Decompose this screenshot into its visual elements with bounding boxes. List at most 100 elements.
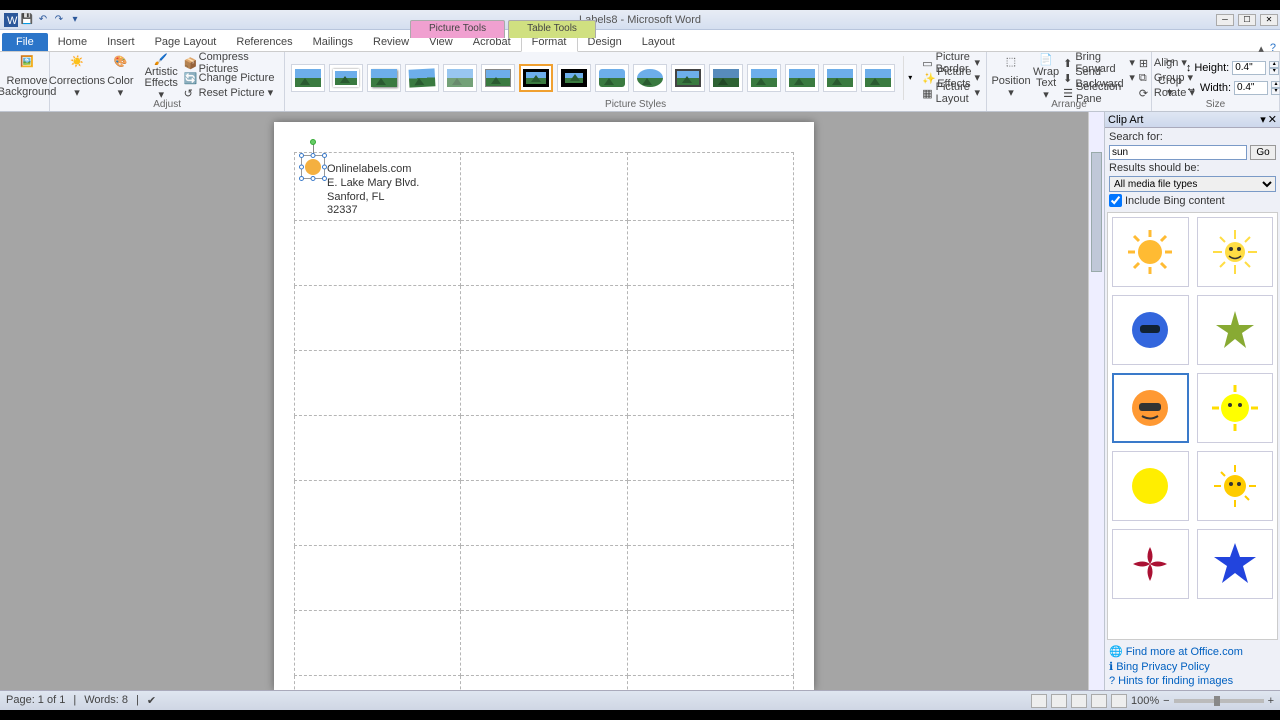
zoom-in-button[interactable]: + — [1268, 695, 1274, 707]
word-count[interactable]: Words: 8 — [84, 694, 128, 707]
outline-view[interactable] — [1091, 694, 1107, 708]
include-bing-label: Include Bing content — [1125, 195, 1225, 207]
tab-file[interactable]: File — [2, 33, 48, 51]
label-cell[interactable]: Onlinelabels.com E. Lake Mary Blvd. Sanf… — [295, 153, 461, 221]
search-for-label: Search for: — [1109, 131, 1276, 143]
label-table: Onlinelabels.com E. Lake Mary Blvd. Sanf… — [294, 152, 794, 690]
web-view[interactable] — [1071, 694, 1087, 708]
height-icon: ↕ — [1186, 62, 1192, 74]
corrections-button[interactable]: ☀️Corrections▾ — [56, 56, 98, 100]
clip-result[interactable] — [1197, 373, 1274, 443]
zoom-level[interactable]: 100% — [1131, 695, 1159, 707]
tab-mailings[interactable]: Mailings — [303, 33, 363, 51]
zoom-out-button[interactable]: − — [1163, 695, 1169, 707]
clip-result[interactable] — [1112, 217, 1189, 287]
fullscreen-view[interactable] — [1051, 694, 1067, 708]
clip-result[interactable] — [1112, 529, 1189, 599]
app-icon: W — [4, 13, 18, 27]
color-button[interactable]: 🎨Color▾ — [102, 56, 139, 100]
clipart-search-input[interactable] — [1109, 145, 1247, 160]
bing-privacy-link[interactable]: ℹBing Privacy Policy — [1109, 660, 1276, 673]
clipart-pane: Clip Art ▾ ✕ Search for: Go Results shou… — [1104, 112, 1280, 690]
label-line1: Onlinelabels.com — [327, 163, 419, 177]
pane-close-icon[interactable]: ✕ — [1268, 113, 1277, 126]
gallery-more-icon[interactable]: ▾ — [908, 73, 912, 82]
clipart-results — [1107, 212, 1278, 640]
minimize-button[interactable]: ─ — [1216, 14, 1234, 26]
remove-background-button[interactable]: 🖼️Remove Background — [6, 56, 48, 100]
undo-icon[interactable]: ↶ — [36, 13, 50, 27]
clip-result[interactable] — [1197, 217, 1274, 287]
position-button[interactable]: ⬚Position▾ — [993, 56, 1029, 100]
qat-dropdown-icon[interactable]: ▾ — [68, 13, 82, 27]
width-up[interactable]: ▴ — [1271, 81, 1280, 88]
media-type-select[interactable]: All media file types — [1109, 176, 1276, 192]
width-down[interactable]: ▾ — [1271, 88, 1280, 95]
group-label-arrange: Arrange — [987, 98, 1151, 111]
print-layout-view[interactable] — [1031, 694, 1047, 708]
clip-result[interactable] — [1197, 451, 1274, 521]
wrap-text-button[interactable]: 📄Wrap Text▾ — [1033, 56, 1059, 100]
include-bing-checkbox[interactable] — [1109, 194, 1122, 207]
page-status[interactable]: Page: 1 of 1 — [6, 694, 65, 707]
status-bar: Page: 1 of 1 | Words: 8 | ✔ 100% − + — [0, 690, 1280, 710]
save-icon[interactable]: 💾 — [20, 13, 34, 27]
change-picture-button[interactable]: 🔄Change Picture — [184, 71, 279, 85]
results-should-label: Results should be: — [1109, 162, 1276, 174]
help-small-icon: ? — [1109, 675, 1115, 687]
page: Onlinelabels.com E. Lake Mary Blvd. Sanf… — [274, 122, 814, 690]
picture-styles-gallery[interactable] — [291, 64, 895, 92]
document-area[interactable]: Onlinelabels.com E. Lake Mary Blvd. Sanf… — [0, 112, 1088, 690]
close-button[interactable]: ✕ — [1260, 14, 1278, 26]
height-label: Height: — [1194, 62, 1229, 74]
group-label-adjust: Adjust — [50, 98, 284, 111]
clip-result[interactable] — [1112, 295, 1189, 365]
zoom-slider[interactable] — [1174, 699, 1264, 703]
context-tab-picture-tools[interactable]: Picture Tools — [410, 20, 505, 38]
width-input[interactable] — [1234, 81, 1268, 95]
artistic-effects-button[interactable]: 🖌️Artistic Effects▾ — [143, 56, 180, 100]
tab-references[interactable]: References — [226, 33, 302, 51]
crop-button[interactable]: ✂Crop▾ — [1158, 56, 1182, 100]
label-cell[interactable] — [461, 153, 627, 221]
clip-result[interactable] — [1197, 295, 1274, 365]
tab-page-layout[interactable]: Page Layout — [145, 33, 227, 51]
info-icon: ℹ — [1109, 660, 1113, 673]
ribbon-tabs: File Home Insert Page Layout References … — [0, 30, 1280, 52]
clip-result[interactable] — [1112, 451, 1189, 521]
context-tab-table-tools[interactable]: Table Tools — [508, 20, 596, 38]
proofing-icon[interactable]: ✔ — [147, 694, 156, 707]
ribbon: 🖼️Remove Background ☀️Corrections▾ 🎨Colo… — [0, 52, 1280, 112]
go-button[interactable]: Go — [1250, 145, 1276, 160]
clip-result-selected[interactable] — [1112, 373, 1189, 443]
group-label-size: Size — [1152, 98, 1279, 111]
globe-icon: 🌐 — [1109, 645, 1123, 658]
maximize-button[interactable]: ☐ — [1238, 14, 1256, 26]
height-input[interactable] — [1232, 61, 1266, 75]
label-line2: E. Lake Mary Blvd. — [327, 177, 419, 191]
redo-icon[interactable]: ↷ — [52, 13, 66, 27]
clip-result[interactable] — [1197, 529, 1274, 599]
find-more-link[interactable]: 🌐Find more at Office.com — [1109, 645, 1276, 658]
draft-view[interactable] — [1111, 694, 1127, 708]
width-label: Width: — [1200, 82, 1231, 94]
tab-layout[interactable]: Layout — [632, 33, 685, 51]
clipart-title: Clip Art — [1108, 114, 1143, 126]
compress-pictures-button[interactable]: 📦Compress Pictures — [184, 56, 279, 70]
selected-clipart[interactable] — [301, 155, 325, 179]
label-line3: Sanford, FL — [327, 191, 419, 205]
height-down[interactable]: ▾ — [1269, 68, 1279, 75]
width-icon: ↔ — [1186, 82, 1197, 94]
title-bar: W 💾 ↶ ↷ ▾ Labels8 - Microsoft Word ─ ☐ ✕ — [0, 10, 1280, 30]
tab-insert[interactable]: Insert — [97, 33, 145, 51]
label-line4: 32337 — [327, 204, 419, 218]
hints-link[interactable]: ?Hints for finding images — [1109, 675, 1276, 687]
group-label-picture-styles: Picture Styles — [285, 98, 986, 111]
vertical-scrollbar[interactable] — [1088, 112, 1104, 690]
height-up[interactable]: ▴ — [1269, 61, 1279, 68]
pane-dropdown-icon[interactable]: ▾ — [1260, 113, 1266, 126]
tab-home[interactable]: Home — [48, 33, 97, 51]
rotate-handle[interactable] — [310, 139, 316, 145]
label-cell[interactable] — [627, 153, 793, 221]
svg-text:W: W — [7, 15, 18, 27]
